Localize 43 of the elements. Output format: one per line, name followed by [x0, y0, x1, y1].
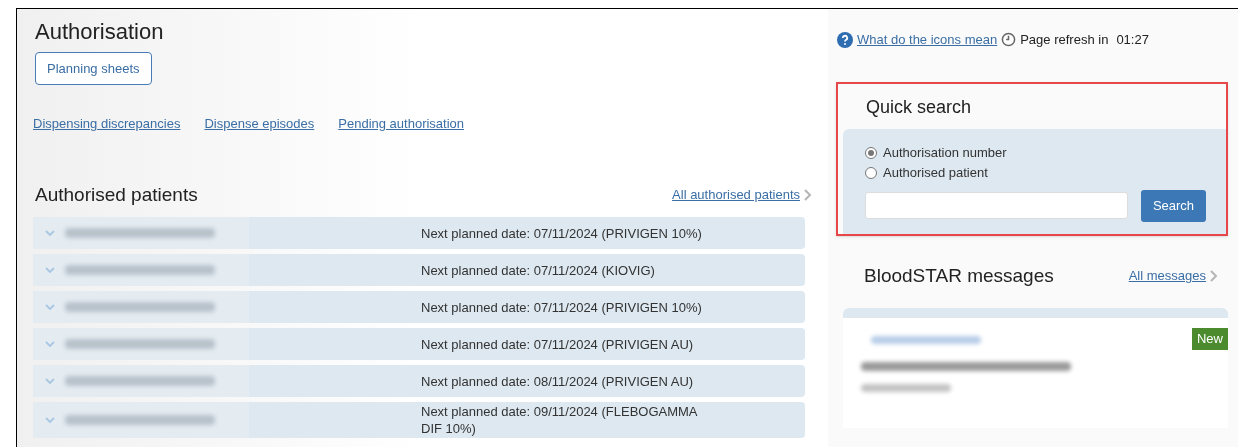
- new-badge: New: [1192, 328, 1228, 350]
- next-planned-date: Next planned date: 07/11/2024 (PRIVIGEN 10%): [421, 224, 703, 243]
- chevron-right-icon: [804, 188, 812, 201]
- patient-row[interactable]: Next planned date: 07/11/2024 (PRIVIGEN AU): [33, 328, 805, 360]
- refresh-countdown: 01:27: [1116, 31, 1149, 49]
- section-title: Authorised patients: [35, 182, 198, 207]
- nav-link[interactable]: Dispensing discrepancies: [33, 114, 181, 134]
- chevron-right-icon: [1210, 269, 1218, 282]
- planning-sheets-button[interactable]: Planning sheets: [35, 52, 152, 85]
- next-planned-date: Next planned date: 07/11/2024 (PRIVIGEN AU): [421, 335, 695, 354]
- chevron-down-icon: [45, 340, 55, 348]
- next-planned-date: Next planned date: 07/11/2024 (PRIVIGEN 10%): [421, 298, 703, 317]
- clock-icon: [1001, 32, 1017, 48]
- panel-title: Quick search: [866, 95, 973, 119]
- icons-help-link[interactable]: What do the icons mean: [857, 30, 998, 50]
- section-title: BloodSTAR messages: [864, 263, 1054, 288]
- radio-button[interactable]: [865, 166, 877, 179]
- nav-link[interactable]: Pending authorisation: [338, 114, 465, 134]
- patient-row[interactable]: Next planned date: 08/11/2024 (PRIVIGEN AU): [33, 365, 805, 397]
- message-card[interactable]: New: [843, 308, 1228, 428]
- chevron-down-icon: [45, 266, 55, 274]
- next-planned-date: Next planned date: 09/11/2024 (FLEBOGAMMA DIF 10%): [421, 403, 699, 438]
- next-planned-date: Next planned date: 08/11/2024 (PRIVIGEN AU): [421, 372, 695, 391]
- nav-link[interactable]: Dispense episodes: [204, 114, 315, 134]
- patient-row[interactable]: Next planned date: 07/11/2024 (PRIVIGEN 10%): [33, 291, 805, 323]
- search-field[interactable]: [865, 192, 1128, 219]
- search-button[interactable]: Search: [1141, 189, 1206, 222]
- patient-row[interactable]: Next planned date: 07/11/2024 (KIOVIG): [33, 254, 805, 286]
- radio-option[interactable]: Authorisation number: [865, 142, 1226, 163]
- radio-button[interactable]: [865, 146, 877, 159]
- help-icon: [837, 31, 853, 48]
- chevron-down-icon: [45, 229, 55, 237]
- chevron-down-icon: [45, 377, 55, 385]
- patient-row[interactable]: Next planned date: 09/11/2024 (FLEBOGAMMA DIF 10%): [33, 402, 805, 438]
- chevron-down-icon: [45, 416, 55, 424]
- page-title: Authorisation: [35, 18, 165, 46]
- refresh-label: Page refresh in: [1020, 31, 1109, 49]
- next-planned-date: Next planned date: 07/11/2024 (KIOVIG): [421, 261, 656, 280]
- chevron-down-icon: [45, 303, 55, 311]
- radio-option[interactable]: Authorised patient: [865, 162, 1226, 183]
- patient-row[interactable]: Next planned date: 07/11/2024 (PRIVIGEN 10%): [33, 217, 805, 249]
- all-patients-link[interactable]: All authorised patients: [672, 185, 800, 205]
- all-messages-link[interactable]: All messages: [1128, 266, 1206, 286]
